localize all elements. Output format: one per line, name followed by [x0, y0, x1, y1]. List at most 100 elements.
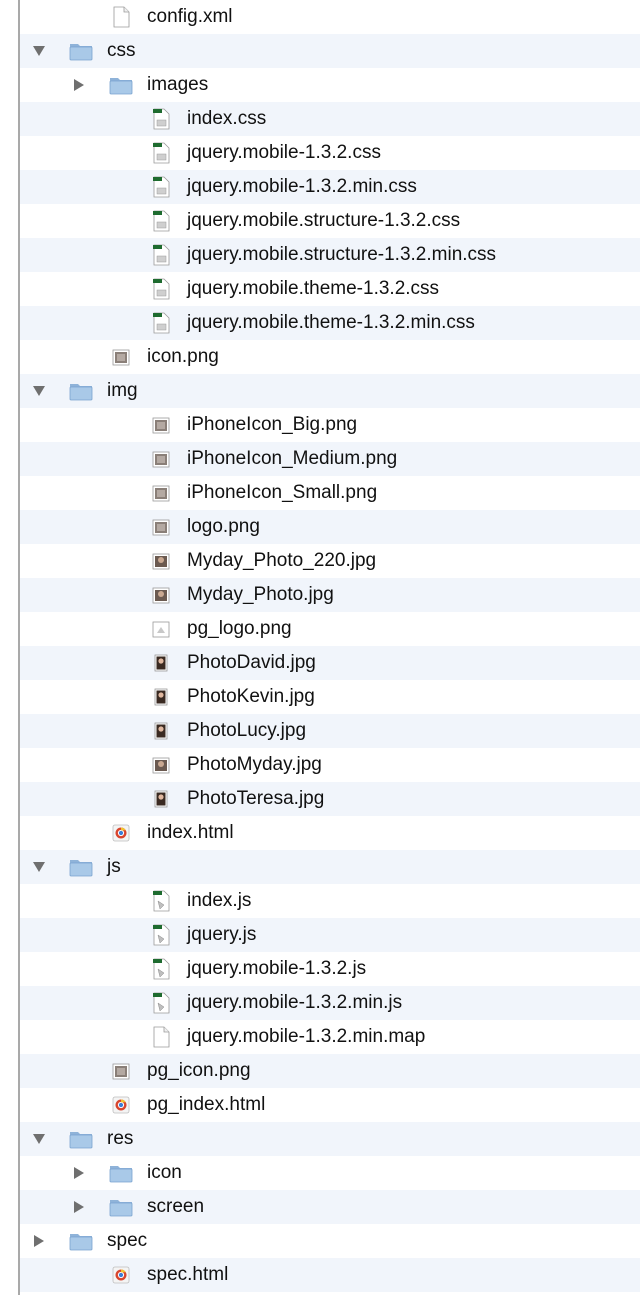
- tree-file-row-pg-index-html[interactable]: pg_index.html: [20, 1088, 640, 1122]
- tree-folder-row-spec[interactable]: spec: [20, 1224, 640, 1258]
- folder-icon: [69, 380, 93, 402]
- tree-item-label: index.css: [187, 108, 267, 129]
- tree-file-row-jquery-mobile-1-3-2-css[interactable]: jquery.mobile-1.3.2.css: [20, 136, 640, 170]
- disclosure-closed-icon[interactable]: [69, 1190, 89, 1224]
- tree-file-row-jquery-mobile-1-3-2-min-js[interactable]: jquery.mobile-1.3.2.min.js: [20, 986, 640, 1020]
- js-file-icon: [149, 890, 173, 912]
- tree-file-row-myday-photo-jpg[interactable]: Myday_Photo.jpg: [20, 578, 640, 612]
- tree-item-label: PhotoLucy.jpg: [187, 720, 307, 741]
- folder-icon: [109, 1162, 133, 1184]
- tree-item-label: iPhoneIcon_Big.png: [187, 414, 358, 435]
- html-file-icon: [109, 1094, 133, 1116]
- tree-item-label: icon.png: [147, 346, 219, 367]
- tree-file-row-config-xml[interactable]: config.xml: [20, 0, 640, 34]
- tree-folder-row-css[interactable]: css: [20, 34, 640, 68]
- tree-item-label: jquery.mobile.theme-1.3.2.css: [187, 278, 440, 299]
- tree-file-row-index-css[interactable]: index.css: [20, 102, 640, 136]
- tree-file-row-index-js[interactable]: index.js: [20, 884, 640, 918]
- tree-item-label: pg_logo.png: [187, 618, 292, 639]
- tree-item-label: icon: [147, 1162, 182, 1183]
- tree-item-label: logo.png: [187, 516, 260, 537]
- tree-item-label: iPhoneIcon_Small.png: [187, 482, 378, 503]
- tree-file-row-jquery-js[interactable]: jquery.js: [20, 918, 640, 952]
- image-file-icon: [109, 1060, 133, 1082]
- tree-item-label: jquery.mobile-1.3.2.css: [187, 142, 381, 163]
- js-file-icon: [149, 992, 173, 1014]
- folder-icon: [109, 1196, 133, 1218]
- disclosure-closed-icon[interactable]: [29, 1224, 49, 1258]
- tree-file-row-icon-png[interactable]: icon.png: [20, 340, 640, 374]
- disclosure-open-icon[interactable]: [29, 850, 49, 884]
- folder-icon: [69, 40, 93, 62]
- photo-file-icon: [149, 550, 173, 572]
- image-file-icon: [149, 448, 173, 470]
- css-file-icon: [149, 108, 173, 130]
- portrait-photo-icon: [149, 788, 173, 810]
- tree-file-row-iphoneicon-small-png[interactable]: iPhoneIcon_Small.png: [20, 476, 640, 510]
- tree-file-row-photodavid-jpg[interactable]: PhotoDavid.jpg: [20, 646, 640, 680]
- tree-item-label: iPhoneIcon_Medium.png: [187, 448, 398, 469]
- tree-file-row-photolucy-jpg[interactable]: PhotoLucy.jpg: [20, 714, 640, 748]
- js-file-icon: [149, 924, 173, 946]
- tree-file-row-index-html[interactable]: index.html: [20, 816, 640, 850]
- folder-icon: [69, 1128, 93, 1150]
- tree-folder-row-js[interactable]: js: [20, 850, 640, 884]
- disclosure-closed-icon[interactable]: [69, 68, 89, 102]
- css-file-icon: [149, 176, 173, 198]
- tree-item-label: screen: [147, 1196, 205, 1217]
- image-file-icon: [109, 346, 133, 368]
- tree-file-row-jquery-mobile-1-3-2-min-map[interactable]: jquery.mobile-1.3.2.min.map: [20, 1020, 640, 1054]
- disclosure-closed-icon[interactable]: [69, 1156, 89, 1190]
- html-file-icon: [109, 1264, 133, 1286]
- disclosure-open-icon[interactable]: [29, 1122, 49, 1156]
- css-file-icon: [149, 210, 173, 232]
- tree-file-row-jquery-mobile-1-3-2-min-css[interactable]: jquery.mobile-1.3.2.min.css: [20, 170, 640, 204]
- tree-item-label: res: [107, 1128, 134, 1149]
- logo-image-icon: [149, 618, 173, 640]
- tree-file-row-pg-icon-png[interactable]: pg_icon.png: [20, 1054, 640, 1088]
- tree-file-row-jquery-mobile-theme-1-3-2-css[interactable]: jquery.mobile.theme-1.3.2.css: [20, 272, 640, 306]
- photo-file-icon: [149, 754, 173, 776]
- tree-file-row-jquery-mobile-structure-1-3-2-css[interactable]: jquery.mobile.structure-1.3.2.css: [20, 204, 640, 238]
- tree-item-label: img: [107, 380, 138, 401]
- tree-file-row-photomyday-jpg[interactable]: PhotoMyday.jpg: [20, 748, 640, 782]
- tree-item-label: PhotoTeresa.jpg: [187, 788, 325, 809]
- tree-item-label: jquery.mobile-1.3.2.min.js: [187, 992, 403, 1013]
- portrait-photo-icon: [149, 652, 173, 674]
- tree-item-label: jquery.mobile-1.3.2.min.css: [187, 176, 417, 197]
- tree-item-label: spec.html: [147, 1264, 229, 1285]
- tree-item-label: jquery.mobile-1.3.2.js: [187, 958, 367, 979]
- css-file-icon: [149, 244, 173, 266]
- tree-item-label: images: [147, 74, 209, 95]
- tree-item-label: jquery.mobile-1.3.2.min.map: [187, 1026, 426, 1047]
- tree-folder-row-images[interactable]: images: [20, 68, 640, 102]
- css-file-icon: [149, 312, 173, 334]
- disclosure-open-icon[interactable]: [29, 34, 49, 68]
- tree-file-row-jquery-mobile-1-3-2-js[interactable]: jquery.mobile-1.3.2.js: [20, 952, 640, 986]
- disclosure-open-icon[interactable]: [29, 374, 49, 408]
- tree-folder-row-img[interactable]: img: [20, 374, 640, 408]
- tree-item-label: PhotoMyday.jpg: [187, 754, 322, 775]
- tree-file-row-phototeresa-jpg[interactable]: PhotoTeresa.jpg: [20, 782, 640, 816]
- tree-file-row-jquery-mobile-structure-1-3-2-min-css[interactable]: jquery.mobile.structure-1.3.2.min.css: [20, 238, 640, 272]
- tree-file-row-jquery-mobile-theme-1-3-2-min-css[interactable]: jquery.mobile.theme-1.3.2.min.css: [20, 306, 640, 340]
- folder-icon: [69, 1230, 93, 1252]
- js-file-icon: [149, 958, 173, 980]
- tree-file-row-spec-html[interactable]: spec.html: [20, 1258, 640, 1292]
- tree-file-row-iphoneicon-medium-png[interactable]: iPhoneIcon_Medium.png: [20, 442, 640, 476]
- tree-item-label: index.js: [187, 890, 252, 911]
- tree-folder-row-screen[interactable]: screen: [20, 1190, 640, 1224]
- tree-folder-row-res[interactable]: res: [20, 1122, 640, 1156]
- tree-file-row-myday-photo-220-jpg[interactable]: Myday_Photo_220.jpg: [20, 544, 640, 578]
- tree-item-label: jquery.mobile.theme-1.3.2.min.css: [187, 312, 475, 333]
- tree-item-label: css: [107, 40, 136, 61]
- tree-file-row-iphoneicon-big-png[interactable]: iPhoneIcon_Big.png: [20, 408, 640, 442]
- portrait-photo-icon: [149, 720, 173, 742]
- tree-file-row-pg-logo-png[interactable]: pg_logo.png: [20, 612, 640, 646]
- tree-item-label: Myday_Photo_220.jpg: [187, 550, 377, 571]
- tree-file-row-photokevin-jpg[interactable]: PhotoKevin.jpg: [20, 680, 640, 714]
- html-file-icon: [109, 822, 133, 844]
- tree-file-row-logo-png[interactable]: logo.png: [20, 510, 640, 544]
- tree-folder-row-icon[interactable]: icon: [20, 1156, 640, 1190]
- folder-icon: [69, 856, 93, 878]
